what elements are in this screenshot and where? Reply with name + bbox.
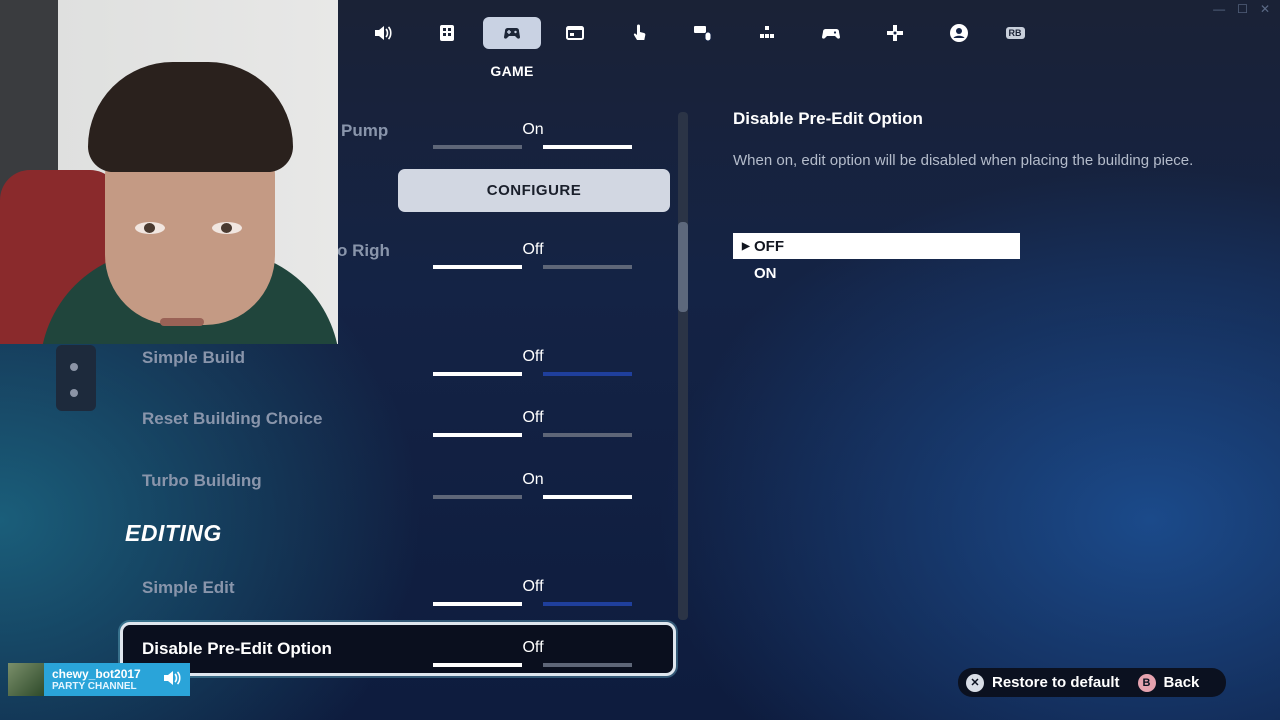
restore-default-label: Restore to default — [992, 674, 1120, 691]
window-controls: — ☐ ✕ — [1213, 2, 1270, 16]
setting-value-reset-building-choice[interactable]: Off — [433, 409, 633, 427]
webcam-mouth — [160, 318, 204, 326]
tab-display[interactable] — [418, 17, 476, 49]
setting-value-right[interactable]: Off — [433, 241, 633, 259]
game-controller-settings-icon — [504, 28, 520, 39]
webcam-eye — [135, 222, 165, 234]
maximize-button[interactable]: ☐ — [1237, 2, 1248, 16]
party-names: chewy_bot2017 PARTY CHANNEL — [44, 667, 162, 692]
keyboard-mouse-icon — [694, 26, 712, 42]
dot-icon — [70, 389, 78, 397]
voice-speaker-icon — [162, 668, 190, 691]
toggle-on-segment — [543, 265, 632, 269]
toggle-off-segment — [433, 145, 522, 149]
tab-game[interactable] — [483, 17, 541, 49]
button-layout-icon — [760, 26, 774, 38]
option-on-label: ON — [754, 264, 777, 282]
party-username: chewy_bot2017 — [52, 667, 141, 681]
footer-actions: ✕ Restore to default B Back — [958, 668, 1226, 697]
controller-icon — [822, 29, 840, 39]
tab-dpad[interactable] — [866, 17, 924, 49]
setting-label-turbo-building: Turbo Building — [142, 471, 262, 490]
scrollbar-thumb[interactable] — [678, 222, 688, 312]
webcam-eye — [212, 222, 242, 234]
toggle-off-segment — [433, 265, 522, 269]
toggle-on-segment — [543, 372, 632, 376]
setting-label-pump: Pump — [341, 121, 389, 140]
tab-keyboard-mouse[interactable] — [674, 17, 732, 49]
setting-label-disable-pre-edit: Disable Pre-Edit Option — [142, 639, 332, 658]
b-button-icon: B — [1137, 673, 1156, 692]
setting-label-simple-build: Simple Build — [142, 348, 245, 367]
setting-value-simple-build[interactable]: Off — [433, 348, 633, 366]
window-icon — [566, 26, 584, 40]
speaker-icon — [375, 26, 392, 40]
active-tab-label: GAME — [490, 63, 534, 79]
tab-touch[interactable] — [610, 17, 668, 49]
minimize-button[interactable]: — — [1213, 2, 1225, 16]
restore-default-button[interactable]: ✕ Restore to default — [966, 673, 1120, 692]
setting-label-simple-edit: Simple Edit — [142, 578, 235, 597]
toggle-on-segment — [543, 602, 632, 606]
account-icon — [950, 24, 968, 42]
toggle-off-segment — [433, 602, 522, 606]
dpad-icon — [887, 25, 903, 41]
party-channel: PARTY CHANNEL — [52, 681, 137, 692]
tab-button-layout[interactable] — [738, 17, 796, 49]
option-off[interactable]: ▶ OFF — [733, 233, 1020, 259]
webcam-overlay — [0, 0, 338, 344]
toggle-off-segment — [433, 495, 522, 499]
option-on[interactable]: ON — [733, 260, 1020, 286]
rb-bumper-hint[interactable]: RB — [990, 17, 1040, 49]
toggle-on-segment — [543, 495, 632, 499]
section-heading-editing: EDITING — [125, 520, 222, 546]
scrollbar-track[interactable] — [678, 112, 688, 620]
toggle-off-segment — [433, 663, 522, 667]
tab-interface[interactable] — [546, 17, 604, 49]
setting-value-disable-pre-edit[interactable]: Off — [433, 639, 633, 657]
caret-right-icon: ▶ — [742, 240, 750, 252]
avatar — [8, 663, 44, 696]
party-widget[interactable]: chewy_bot2017 PARTY CHANNEL — [8, 663, 190, 696]
tab-controller[interactable] — [802, 17, 860, 49]
toggle-off-segment — [433, 433, 522, 437]
toggle-off-segment — [433, 372, 522, 376]
setting-value-turbo-building[interactable]: On — [433, 471, 633, 489]
option-off-label: OFF — [754, 237, 784, 255]
description-title: Disable Pre-Edit Option — [733, 109, 923, 128]
setting-label-right: o Righ — [337, 241, 390, 260]
x-button-icon: ✕ — [966, 673, 984, 692]
toggle-on-segment — [543, 663, 632, 667]
display-grid-icon — [440, 25, 454, 41]
webcam-hair — [88, 62, 293, 172]
side-dots-indicator — [56, 345, 96, 411]
dot-icon — [70, 363, 78, 371]
toggle-on-segment — [543, 433, 632, 437]
rb-bumper-icon: RB — [1005, 27, 1025, 39]
setting-value-simple-edit[interactable]: Off — [433, 578, 633, 596]
back-button[interactable]: B Back — [1137, 673, 1200, 692]
touch-icon — [633, 24, 646, 40]
close-button[interactable]: ✕ — [1260, 2, 1270, 16]
setting-value-pump[interactable]: On — [433, 121, 633, 139]
description-text: When on, edit option will be disabled wh… — [733, 152, 1194, 169]
back-label: Back — [1163, 674, 1200, 691]
tab-account[interactable] — [930, 17, 988, 49]
toggle-on-segment — [543, 145, 632, 149]
configure-button[interactable]: CONFIGURE — [398, 169, 670, 212]
tab-audio[interactable] — [354, 17, 412, 49]
setting-label-reset-building-choice: Reset Building Choice — [142, 409, 323, 428]
